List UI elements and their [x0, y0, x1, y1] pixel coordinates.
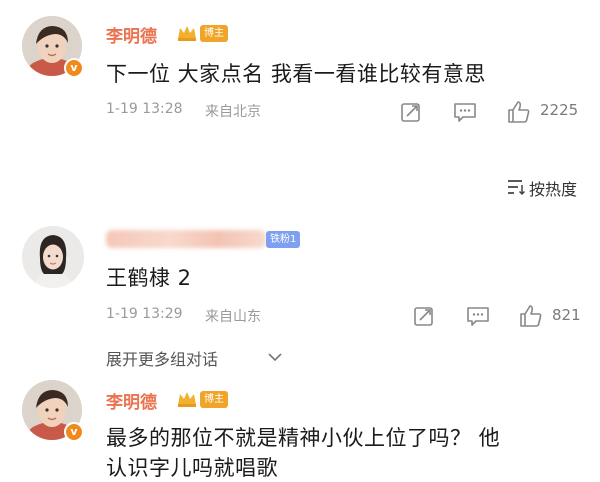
sort-label[interactable]: 按热度 [529, 176, 577, 200]
crown-icon [178, 392, 196, 407]
chevron-down-icon [268, 353, 282, 362]
expand-label[interactable]: 展开更多组对话 [106, 346, 218, 370]
avatar[interactable] [22, 226, 84, 288]
like-count: 2225 [540, 101, 579, 119]
verified-mark: v [70, 425, 78, 438]
repost-icon[interactable] [398, 99, 424, 125]
thumbs-up-icon[interactable] [506, 99, 532, 125]
thumbs-up-icon[interactable] [518, 303, 544, 329]
comment-text-line-2: 认识字儿吗就唱歌 [106, 456, 278, 480]
username[interactable]: 李明德 [106, 388, 157, 413]
comment-icon[interactable] [452, 99, 478, 125]
sort-icon [508, 180, 526, 196]
verified-badge: v [64, 422, 84, 442]
comment-time: 1-19 13:29 [106, 306, 183, 322]
comment-location: 来自北京 [205, 104, 261, 120]
username[interactable]: 李明德 [106, 22, 157, 47]
blogger-badge: 博主 [200, 25, 228, 42]
comment-text: 下一位 大家点名 我看一看谁比较有意思 [106, 62, 486, 86]
comment-time: 1-19 13:28 [106, 101, 183, 117]
comment-text: 王鹤棣 2 [106, 266, 192, 290]
repost-icon[interactable] [411, 303, 437, 329]
fan-badge: 铁粉1 [266, 231, 301, 248]
verified-badge: v [64, 58, 84, 78]
comment-location: 来自山东 [205, 309, 261, 325]
crown-icon [178, 26, 196, 41]
like-count: 821 [552, 306, 581, 324]
username-blurred[interactable] [106, 230, 266, 248]
verified-mark: v [70, 61, 78, 74]
comment-text-line-1: 最多的那位不就是精神小伙上位了吗？ 他 [106, 426, 501, 450]
comment-icon[interactable] [465, 303, 491, 329]
blogger-badge: 博主 [200, 391, 228, 408]
